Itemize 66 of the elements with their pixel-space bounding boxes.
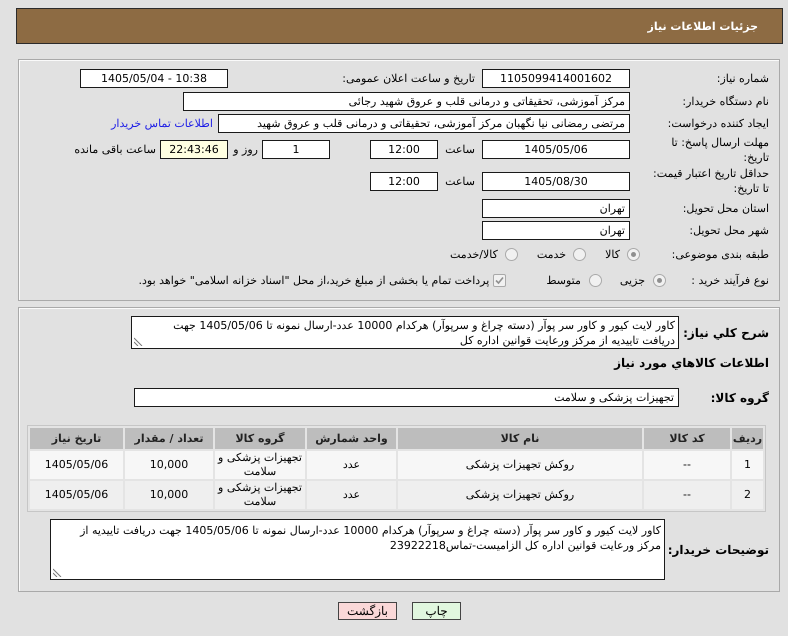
- radio-label: متوسط: [546, 274, 581, 287]
- field-label: شرح کلي نیاز:: [682, 326, 769, 340]
- radio-label: خدمت: [536, 248, 566, 261]
- section-heading: اطلاعات کالاهاي مورد نیاز: [614, 356, 769, 371]
- field-label: تاریخ و ساعت اعلان عمومی:: [341, 72, 475, 85]
- validity-time-field[interactable]: 12:00: [370, 172, 438, 190]
- remaining-label: ساعت باقی مانده: [74, 143, 156, 156]
- validity-date-field[interactable]: 1405/08/30: [482, 172, 630, 190]
- radio-label: کالا: [605, 248, 620, 261]
- print-button[interactable]: چاپ: [412, 602, 461, 620]
- remaining-time-field[interactable]: 22:43:46: [160, 140, 228, 159]
- announcement-date-field[interactable]: 1405/05/04 - 10:38: [80, 69, 228, 88]
- deadline-date-field[interactable]: 1405/05/06: [482, 140, 630, 159]
- table-cell: --: [644, 481, 730, 509]
- resize-grip-icon[interactable]: [134, 337, 143, 346]
- table-cell: عدد: [307, 481, 396, 509]
- contact-link[interactable]: اطلاعات تماس خریدار: [111, 117, 213, 130]
- field-label: حداقل تاریخ اعتبار قیمت: تا تاریخ:: [652, 166, 769, 196]
- province-field[interactable]: تهران: [482, 199, 630, 218]
- table-cell: 1405/05/06: [30, 451, 123, 479]
- need-number-field[interactable]: 1105099414001602: [482, 69, 630, 88]
- time-label: ساعت: [444, 143, 475, 156]
- description-field[interactable]: کاور لایت کیور و کاور سر پوآر (دسته چراغ و سرپوآر) هرکدام 10000 عدد-ارسال نمونه تا 1405/05/06 جهت دریافت تاییدیه از مرکز ورعایت قوانین اداره کل: [131, 316, 679, 349]
- table-cell: --: [644, 451, 730, 479]
- table-cell: 1405/05/06: [30, 481, 123, 509]
- field-label: مهلت ارسال پاسخ: تا تاریخ:: [670, 134, 769, 164]
- back-button[interactable]: بازگشت: [338, 602, 397, 620]
- field-label: شهر محل تحویل:: [688, 223, 769, 238]
- days-label: روز و: [232, 143, 259, 156]
- field-label: نام دستگاه خریدار:: [681, 94, 769, 108]
- radio-label: کالا/خدمت: [450, 248, 498, 261]
- column-header: ردیف: [732, 428, 763, 449]
- checkbox-label: پرداخت تمام یا بخشی از مبلغ خرید،از محل "اسناد خزانه اسلامی" خواهد بود.: [138, 274, 490, 287]
- resize-grip-icon[interactable]: [53, 568, 62, 577]
- city-field[interactable]: تهران: [482, 221, 630, 240]
- table-cell: تجهیزات پزشکی و سلامت: [215, 481, 305, 509]
- days-field[interactable]: 1: [262, 140, 330, 159]
- field-label: گروه کالا:: [710, 390, 769, 404]
- table-cell: روکش تجهیزات پزشکی: [398, 481, 642, 509]
- column-header: واحد شمارش: [307, 428, 396, 449]
- field-label: طبقه بندی موضوعی:: [670, 247, 769, 262]
- field-label: استان محل تحویل:: [682, 201, 769, 216]
- buyer-notes-field[interactable]: کاور لایت کیور و کاور سر پوآر (دسته چراغ و سرپوآر) هرکدام 10000 عدد-ارسال نمونه تا 1405/05/06 جهت دریافت تاییدیه از مرکز ورعایت قوانین اداره کل الزامیست-تماس23922218: [50, 519, 665, 580]
- field-label: شماره نیاز:: [716, 71, 769, 86]
- column-header: تعداد / مقدار: [125, 428, 213, 449]
- table-cell: 2: [732, 481, 763, 509]
- table-cell: 10,000: [125, 481, 213, 509]
- goods-group-field[interactable]: تجهیزات پزشکی و سلامت: [134, 388, 679, 407]
- buyer-org-field[interactable]: مرکز آموزشی، تحقیقاتی و درمانی قلب و عروق شهید رجائی: [183, 92, 630, 110]
- table-cell: 1: [732, 451, 763, 479]
- table-cell: 10,000: [125, 451, 213, 479]
- page-title: جزئیات اطلاعات نیاز: [648, 20, 758, 32]
- field-label: ایجاد کننده درخواست:: [666, 116, 769, 131]
- column-header: کد کالا: [644, 428, 730, 449]
- table-cell: عدد: [307, 451, 396, 479]
- time-label: ساعت: [444, 174, 475, 188]
- field-label: نوع فرآیند خرید :: [690, 274, 769, 287]
- column-header: گروه کالا: [215, 428, 305, 449]
- field-label: توضیحات خریدار:: [666, 542, 769, 556]
- column-header: نام کالا: [398, 428, 642, 449]
- requester-field[interactable]: مرتضی رمضانی نیا نگهبان مرکز آموزشی، تحقیقاتی و درمانی قلب و عروق شهید: [218, 114, 630, 133]
- table-cell: تجهیزات پزشکی و سلامت: [215, 451, 305, 479]
- radio-label: جزیی: [620, 274, 645, 287]
- deadline-time-field[interactable]: 12:00: [370, 140, 438, 159]
- table-cell: روکش تجهیزات پزشکی: [398, 451, 642, 479]
- column-header: تاریخ نیاز: [30, 428, 123, 449]
